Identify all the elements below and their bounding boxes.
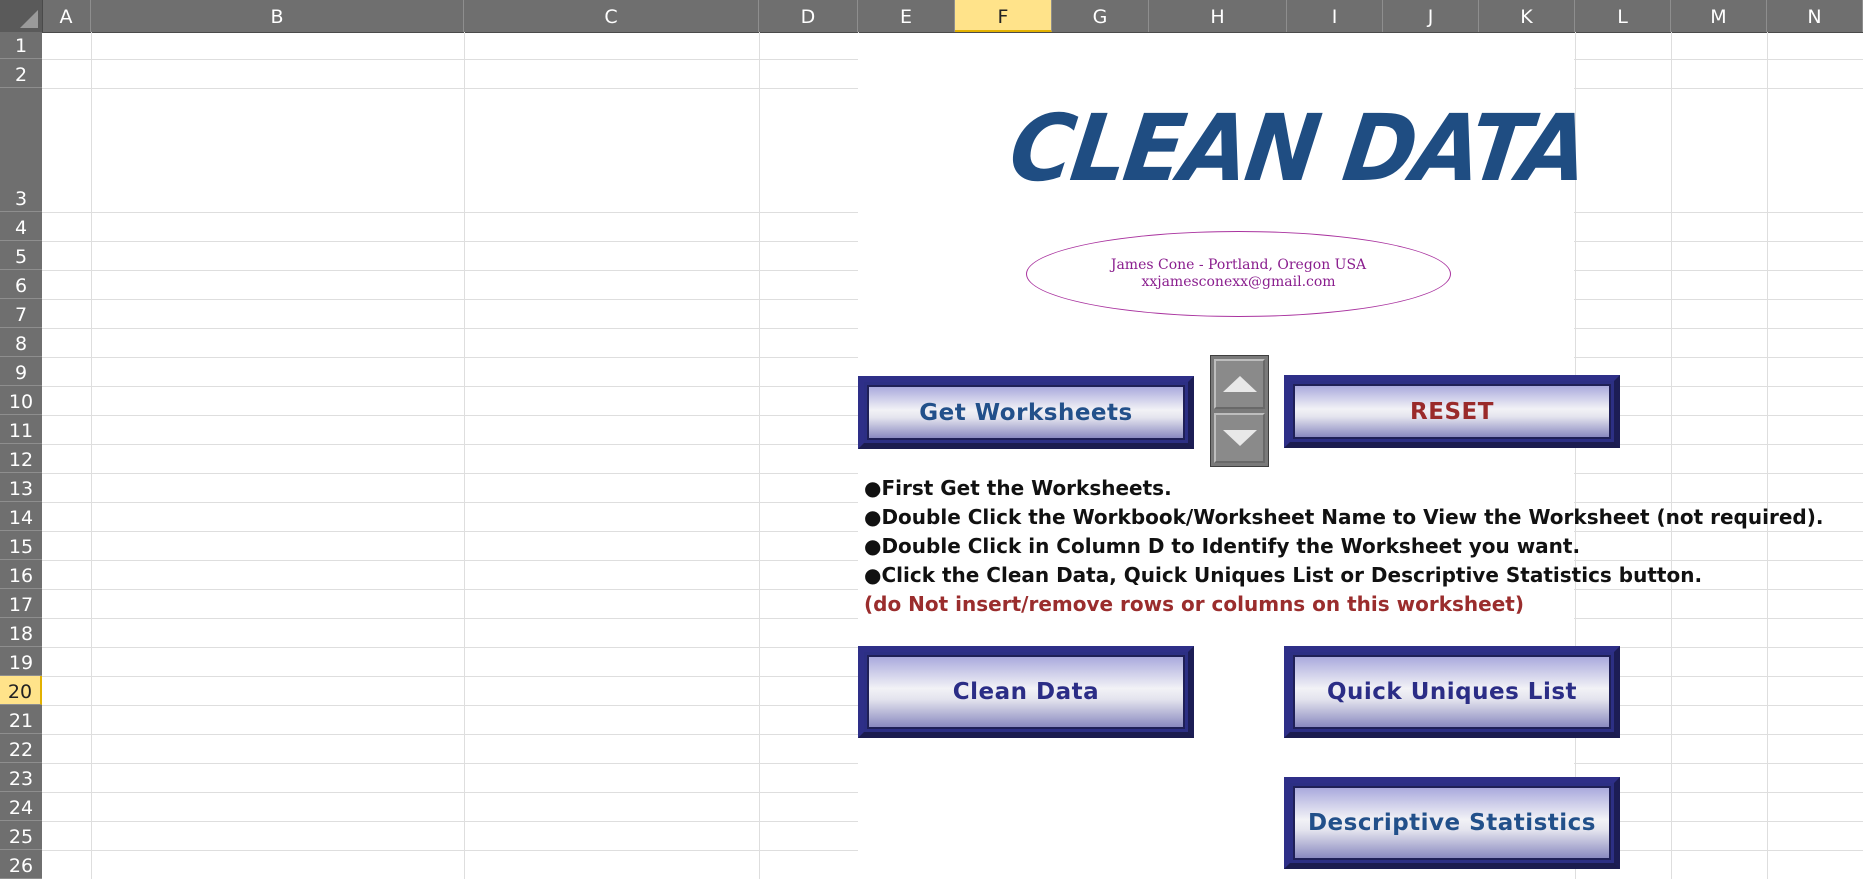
instruction-3: ●Double Click in Column D to Identify th… (864, 534, 1581, 558)
row-header-11[interactable]: 11 (0, 415, 42, 444)
row-header-1[interactable]: 1 (0, 32, 42, 59)
instruction-2: ●Double Click the Workbook/Worksheet Nam… (864, 505, 1824, 529)
row-header-5[interactable]: 5 (0, 241, 42, 270)
row-header-25[interactable]: 25 (0, 821, 42, 850)
select-all-corner[interactable] (0, 0, 43, 32)
column-header-c[interactable]: C (464, 0, 759, 32)
spreadsheet: A B C D E F G H I J K L M N 1 2 3 4 5 6 … (0, 0, 1863, 879)
column-header-a[interactable]: A (42, 0, 91, 32)
descriptive-statistics-label: Descriptive Statistics (1293, 786, 1611, 860)
spin-button[interactable] (1210, 355, 1269, 467)
column-header-b[interactable]: B (91, 0, 464, 32)
column-header-h[interactable]: H (1149, 0, 1287, 32)
row-header-10[interactable]: 10 (0, 386, 42, 415)
instruction-4: ●Click the Clean Data, Quick Uniques Lis… (864, 563, 1703, 587)
row-header-bar: 1 2 3 4 5 6 7 8 9 10 11 12 13 14 15 16 1… (0, 32, 42, 879)
arrow-up-icon (1222, 376, 1257, 392)
page-title: CLEAN DATA (1003, 95, 1593, 202)
row-header-26[interactable]: 26 (0, 850, 42, 879)
warning-text: (do Not insert/remove rows or columns on… (864, 592, 1524, 616)
get-worksheets-label: Get Worksheets (867, 385, 1185, 440)
row-header-17[interactable]: 17 (0, 589, 42, 618)
row-header-2[interactable]: 2 (0, 59, 42, 88)
row-header-22[interactable]: 22 (0, 734, 42, 763)
row-header-14[interactable]: 14 (0, 502, 42, 531)
row-header-8[interactable]: 8 (0, 328, 42, 357)
row-header-19[interactable]: 19 (0, 647, 42, 676)
quick-uniques-list-label: Quick Uniques List (1293, 655, 1611, 729)
row-header-13[interactable]: 13 (0, 473, 42, 502)
row-header-9[interactable]: 9 (0, 357, 42, 386)
row-header-23[interactable]: 23 (0, 763, 42, 792)
column-header-d[interactable]: D (759, 0, 858, 32)
column-header-e[interactable]: E (858, 0, 955, 32)
descriptive-statistics-button[interactable]: Descriptive Statistics (1284, 777, 1620, 869)
row-header-12[interactable]: 12 (0, 444, 42, 473)
column-header-g[interactable]: G (1052, 0, 1149, 32)
author-oval: James Cone - Portland, Oregon USA xxjame… (1026, 231, 1451, 317)
author-name: James Cone - Portland, Oregon USA (1110, 257, 1367, 273)
column-header-bar: A B C D E F G H I J K L M N (0, 0, 1863, 33)
row-header-3[interactable]: 3 (0, 88, 42, 212)
column-header-k[interactable]: K (1479, 0, 1575, 32)
row-header-20[interactable]: 20 (0, 676, 42, 705)
column-header-n[interactable]: N (1767, 0, 1863, 32)
column-header-m[interactable]: M (1671, 0, 1767, 32)
get-worksheets-button[interactable]: Get Worksheets (858, 376, 1194, 449)
spin-up-button[interactable] (1214, 359, 1265, 409)
instruction-1: ●First Get the Worksheets. (864, 476, 1172, 500)
arrow-down-icon (1222, 430, 1257, 446)
quick-uniques-list-button[interactable]: Quick Uniques List (1284, 646, 1620, 738)
row-header-7[interactable]: 7 (0, 299, 42, 328)
row-header-6[interactable]: 6 (0, 270, 42, 299)
clean-data-label: Clean Data (867, 655, 1185, 729)
column-header-i[interactable]: I (1287, 0, 1383, 32)
row-header-24[interactable]: 24 (0, 792, 42, 821)
reset-label: RESET (1293, 384, 1611, 439)
clean-data-button[interactable]: Clean Data (858, 646, 1194, 738)
row-header-21[interactable]: 21 (0, 705, 42, 734)
row-header-4[interactable]: 4 (0, 212, 42, 241)
row-header-18[interactable]: 18 (0, 618, 42, 647)
column-header-f[interactable]: F (955, 0, 1052, 32)
reset-button[interactable]: RESET (1284, 375, 1620, 448)
column-header-l[interactable]: L (1575, 0, 1671, 32)
row-header-15[interactable]: 15 (0, 531, 42, 560)
row-header-16[interactable]: 16 (0, 560, 42, 589)
author-email: xxjamesconexx@gmail.com (1141, 274, 1336, 290)
column-header-j[interactable]: J (1383, 0, 1479, 32)
spin-down-button[interactable] (1214, 413, 1265, 463)
